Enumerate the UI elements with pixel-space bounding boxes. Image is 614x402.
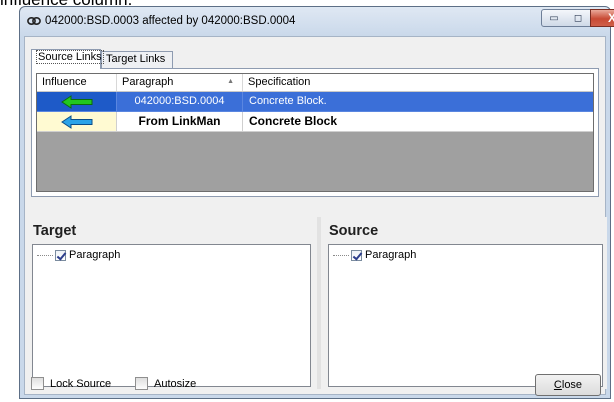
tree-item-paragraph[interactable]: Paragraph <box>37 248 120 262</box>
specification-cell[interactable]: Concrete Block <box>243 112 593 132</box>
source-pane-title: Source <box>329 223 379 239</box>
column-header-paragraph[interactable]: Paragraph ▲ <box>117 74 243 91</box>
tree-connector <box>37 254 53 256</box>
autosize-checkbox[interactable]: Autosize <box>135 377 196 390</box>
table-row[interactable]: From LinkMan Concrete Block <box>37 112 593 132</box>
dialog-client-area: Source Links Target Links Influence Para… <box>24 36 607 396</box>
paragraph-checkbox[interactable] <box>55 249 66 261</box>
tree-connector <box>333 254 349 256</box>
tree-item-paragraph[interactable]: Paragraph <box>333 248 416 262</box>
specification-cell[interactable]: Concrete Block. <box>243 92 593 112</box>
paragraph-cell[interactable]: From LinkMan <box>117 112 243 132</box>
paragraph-checkbox[interactable] <box>351 249 362 261</box>
window-title: 042000:BSD.0003 affected by 042000:BSD.0… <box>45 15 296 27</box>
lock-source-checkbox[interactable]: Lock Source <box>31 377 111 390</box>
column-header-specification[interactable]: Specification <box>243 74 593 91</box>
table-row[interactable]: 042000:BSD.0004 Concrete Block. <box>37 92 593 112</box>
paragraph-cell[interactable]: 042000:BSD.0004 <box>117 92 243 112</box>
tab-source-links[interactable]: Source Links <box>31 49 104 69</box>
target-tree[interactable]: Paragraph <box>32 244 311 387</box>
tab-target-links[interactable]: Target Links <box>101 51 173 68</box>
source-tree[interactable]: Paragraph <box>328 244 603 387</box>
lock-source-label: Lock Source <box>50 377 112 390</box>
tree-item-label: Paragraph <box>69 249 121 261</box>
arrow-left-green-icon <box>61 95 93 109</box>
influence-cell[interactable] <box>37 92 117 112</box>
grid-header: Influence Paragraph ▲ Specification <box>37 74 593 92</box>
autosize-label: Autosize <box>154 377 197 390</box>
source-links-panel: Influence Paragraph ▲ Specification 0420… <box>31 68 599 197</box>
tree-item-label: Paragraph <box>365 249 417 261</box>
sort-ascending-icon: ▲ <box>227 78 234 85</box>
window-close-button[interactable]: X <box>590 9 614 27</box>
autosize-box[interactable] <box>135 377 148 390</box>
title-bar[interactable]: 042000:BSD.0003 affected by 042000:BSD.0… <box>20 7 614 35</box>
influence-cell[interactable] <box>37 112 117 132</box>
dialog-window: 042000:BSD.0003 affected by 042000:BSD.0… <box>19 6 614 399</box>
lock-source-box[interactable] <box>31 377 44 390</box>
target-pane: Target Paragraph <box>25 217 317 389</box>
column-header-paragraph-label: Paragraph <box>122 76 174 88</box>
maximize-button[interactable]: ◻ <box>566 9 591 27</box>
target-pane-title: Target <box>33 223 77 239</box>
minimize-button[interactable]: ▭ <box>541 9 567 27</box>
source-pane: Source Paragraph <box>321 217 607 389</box>
close-button[interactable]: Close <box>535 374 601 396</box>
links-grid[interactable]: Influence Paragraph ▲ Specification 0420… <box>36 73 594 192</box>
link-icon <box>27 16 41 26</box>
dialog-footer: Lock Source Autosize Close <box>25 373 605 396</box>
tab-source-links-label: Source Links <box>36 50 104 64</box>
column-header-influence[interactable]: Influence <box>37 74 117 91</box>
arrow-left-blue-icon <box>61 115 93 129</box>
